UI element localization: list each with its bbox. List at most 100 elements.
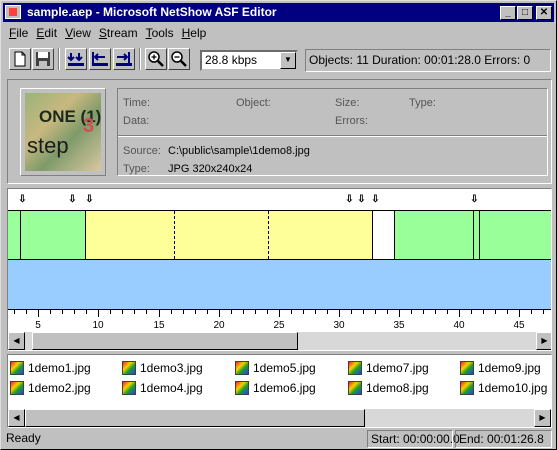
- chevron-down-icon[interactable]: ▼: [280, 52, 296, 69]
- image-file-icon: [348, 361, 362, 375]
- maximize-button[interactable]: □: [517, 6, 533, 20]
- audio-stream-track[interactable]: [8, 260, 551, 310]
- minimize-button[interactable]: _: [500, 6, 516, 20]
- track-object[interactable]: [8, 211, 21, 259]
- image-file-icon: [460, 361, 474, 375]
- save-button[interactable]: [32, 48, 54, 70]
- track-split: [174, 211, 175, 259]
- ruler-label: 15: [153, 320, 165, 331]
- file-item[interactable]: 1demo7.jpg: [348, 360, 429, 376]
- type-label: Type:: [409, 97, 436, 109]
- toolbar-separator: [58, 48, 60, 70]
- file-list[interactable]: 1demo1.jpg 1demo3.jpg 1demo5.jpg 1demo7.…: [7, 354, 552, 428]
- app-icon[interactable]: [5, 5, 21, 19]
- ruler-label: 20: [213, 320, 225, 331]
- scroll-left-icon[interactable]: ◀: [8, 409, 25, 427]
- source-type-label: Type:: [123, 163, 150, 175]
- scroll-thumb[interactable]: [32, 332, 298, 350]
- ruler-label: 25: [273, 320, 285, 331]
- size-label: Size:: [335, 97, 360, 109]
- file-item[interactable]: 1demo6.jpg: [235, 380, 316, 396]
- object-properties: Time: Object: Size: Type: Data: Errors: …: [117, 88, 548, 176]
- image-file-icon: [10, 361, 24, 375]
- scroll-left-icon[interactable]: ◀: [8, 332, 25, 350]
- track-gap: [373, 211, 395, 259]
- bitrate-value: 28.8 kbps: [205, 53, 258, 67]
- align-left-button[interactable]: [89, 48, 111, 70]
- file-list-scrollbar[interactable]: ◀ ▶: [8, 409, 551, 427]
- stats-readout: Objects: 11 Duration: 00:01:28.0 Errors:…: [305, 49, 551, 72]
- image-stream-track[interactable]: [8, 210, 551, 260]
- save-icon: [36, 52, 50, 66]
- app-window: sample.aep - Microsoft NetShow ASF Edito…: [0, 0, 557, 450]
- file-item[interactable]: 1demo9.jpg: [460, 360, 541, 376]
- timeline-view[interactable]: ⇩ ⇩ ⇩ ⇩ ⇩ ⇩ ⇩ 5 10 15 20 25 30 35 40 45 …: [7, 188, 552, 351]
- window-title: sample.aep - Microsoft NetShow ASF Edito…: [27, 5, 277, 19]
- image-file-icon: [348, 381, 362, 395]
- marker-row: ⇩ ⇩ ⇩ ⇩ ⇩ ⇩ ⇩: [8, 189, 551, 209]
- menu-tools[interactable]: Tools: [142, 24, 178, 42]
- ruler-label: 45: [513, 320, 525, 331]
- menu-stream[interactable]: Stream: [95, 24, 142, 42]
- marker-arrow-icon[interactable]: ⇩: [68, 195, 77, 205]
- ruler-label: 30: [333, 320, 345, 331]
- menu-edit[interactable]: Edit: [32, 24, 61, 42]
- image-file-icon: [235, 361, 249, 375]
- track-object[interactable]: [395, 211, 474, 259]
- time-ruler: 5 10 15 20 25 30 35 40 45: [8, 310, 551, 332]
- preview-frame: ONE (1) 3 step: [20, 88, 106, 176]
- source-label: Source:: [123, 145, 161, 157]
- zoom-out-button[interactable]: [168, 48, 190, 70]
- object-info-panel: ONE (1) 3 step Time: Object: Size: Type:…: [7, 79, 552, 184]
- ruler-label: 40: [453, 320, 465, 331]
- image-file-icon: [122, 361, 136, 375]
- file-item[interactable]: 1demo8.jpg: [348, 380, 429, 396]
- menu-view[interactable]: View: [61, 24, 95, 42]
- object-label: Object:: [236, 97, 271, 109]
- image-file-icon: [460, 381, 474, 395]
- zoom-in-button[interactable]: [145, 48, 167, 70]
- new-file-icon: [14, 51, 26, 67]
- track-object-selected[interactable]: [86, 211, 373, 259]
- scroll-right-icon[interactable]: ▶: [536, 332, 551, 350]
- marker-arrow-icon[interactable]: ⇩: [18, 195, 27, 205]
- track-object[interactable]: [21, 211, 86, 259]
- errors-label: Errors:: [335, 115, 368, 127]
- marker-arrow-icon[interactable]: ⇩: [345, 195, 354, 205]
- close-button[interactable]: ✕: [536, 6, 552, 20]
- new-file-button[interactable]: [9, 48, 31, 70]
- status-text: Ready: [6, 431, 41, 445]
- image-file-icon: [10, 381, 24, 395]
- file-item[interactable]: 1demo10.jpg: [460, 380, 547, 396]
- marker-arrow-icon[interactable]: ⇩: [85, 195, 94, 205]
- timeline-scrollbar[interactable]: ◀ ▶: [8, 332, 551, 350]
- file-item[interactable]: 1demo5.jpg: [235, 360, 316, 376]
- file-item[interactable]: 1demo1.jpg: [10, 360, 91, 376]
- source-value: C:\public\sample\1demo8.jpg: [168, 145, 310, 157]
- ruler-label: 35: [393, 320, 405, 331]
- marker-arrow-icon[interactable]: ⇩: [371, 195, 380, 205]
- scroll-right-icon[interactable]: ▶: [534, 409, 551, 427]
- insert-objects-button[interactable]: [65, 48, 87, 70]
- bitrate-select[interactable]: 28.8 kbps ▼: [200, 50, 298, 71]
- file-item[interactable]: 1demo4.jpg: [122, 380, 203, 396]
- track-object[interactable]: [480, 211, 551, 259]
- preview-text-3: 3: [83, 115, 95, 137]
- scroll-thumb[interactable]: [25, 409, 365, 427]
- file-item[interactable]: 1demo3.jpg: [122, 360, 203, 376]
- data-label: Data:: [123, 115, 150, 127]
- marker-arrow-icon[interactable]: ⇩: [357, 195, 366, 205]
- file-item[interactable]: 1demo2.jpg: [10, 380, 91, 396]
- align-right-button[interactable]: [113, 48, 135, 70]
- menu-file[interactable]: File: [5, 24, 32, 42]
- toolbar: 28.8 kbps ▼ Objects: 11 Duration: 00:01:…: [5, 45, 553, 75]
- end-time: End: 00:01:26.8: [455, 430, 552, 448]
- align-right-icon: [116, 52, 132, 66]
- title-bar[interactable]: sample.aep - Microsoft NetShow ASF Edito…: [3, 3, 554, 22]
- align-left-icon: [92, 52, 108, 66]
- info-divider: [118, 135, 547, 137]
- marker-arrow-icon[interactable]: ⇩: [470, 195, 479, 205]
- menu-help[interactable]: Help: [178, 24, 211, 42]
- preview-image: ONE (1) 3 step: [25, 93, 101, 171]
- time-label: Time:: [123, 97, 151, 109]
